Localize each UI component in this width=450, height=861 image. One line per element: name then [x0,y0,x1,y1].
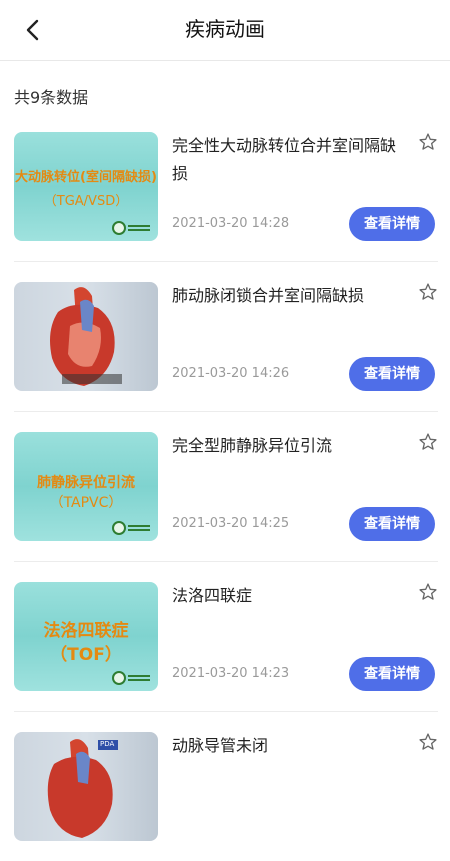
page-title: 疾病动画 [185,17,265,41]
hospital-logo [112,221,150,235]
list-item[interactable]: PDA 动脉导管未闭 [14,712,438,861]
view-details-button[interactable]: 查看详情 [349,507,435,541]
star-outline-icon[interactable] [418,582,438,602]
star-outline-icon[interactable] [418,282,438,302]
video-thumbnail[interactable]: PDA [14,732,158,841]
view-details-button[interactable]: 查看详情 [349,657,435,691]
thumbnail-tag: PDA [100,740,115,748]
item-title[interactable]: 动脉导管未闭 [172,732,404,760]
thumbnail-title: 肺静脉异位引流 [37,475,135,491]
thumbnail-title: 大动脉转位(室间隔缺损) [15,170,157,185]
item-timestamp: 2021-03-20 14:23 [172,666,290,681]
result-count: 共9条数据 [14,88,89,107]
thumbnail-title: 法洛四联症 [43,621,129,641]
item-timestamp: 2021-03-20 14:28 [172,216,290,231]
list-item[interactable]: 大动脉转位(室间隔缺损) （TGA/VSD） 完全性大动脉转位合并室间隔缺损 2… [14,112,438,262]
view-details-button[interactable]: 查看详情 [349,357,435,391]
star-outline-icon[interactable] [418,132,438,152]
item-timestamp: 2021-03-20 14:25 [172,516,290,531]
star-outline-icon[interactable] [418,732,438,752]
list-item[interactable]: 肺动脉闭锁合并室间隔缺损 2021-03-20 14:26 查看详情 [14,262,438,412]
hospital-logo [112,521,150,535]
item-title[interactable]: 肺动脉闭锁合并室间隔缺损 [172,282,404,310]
item-title[interactable]: 完全型肺静脉异位引流 [172,432,404,460]
animation-list: 大动脉转位(室间隔缺损) （TGA/VSD） 完全性大动脉转位合并室间隔缺损 2… [0,112,450,861]
list-item[interactable]: 肺静脉异位引流 （TAPVC） 完全型肺静脉异位引流 2021-03-20 14… [14,412,438,562]
item-title[interactable]: 完全性大动脉转位合并室间隔缺损 [172,132,404,188]
video-thumbnail[interactable]: 肺静脉异位引流 （TAPVC） [14,432,158,541]
app-header: 疾病动画 [0,0,450,61]
video-thumbnail[interactable]: 法洛四联症 （TOF） [14,582,158,691]
list-item[interactable]: 法洛四联症 （TOF） 法洛四联症 2021-03-20 14:23 查看详情 [14,562,438,712]
thumbnail-subtitle: （TAPVC） [49,495,123,511]
view-details-button[interactable]: 查看详情 [349,207,435,241]
thumbnail-subtitle: （TGA/VSD） [43,194,129,209]
hospital-logo [112,671,150,685]
item-timestamp: 2021-03-20 14:26 [172,366,290,381]
video-thumbnail[interactable] [14,282,158,391]
video-thumbnail[interactable]: 大动脉转位(室间隔缺损) （TGA/VSD） [14,132,158,241]
thumbnail-subtitle: （TOF） [50,645,122,665]
star-outline-icon[interactable] [418,432,438,452]
item-title[interactable]: 法洛四联症 [172,582,404,610]
heart-illustration [47,739,118,838]
heart-illustration [50,287,122,386]
